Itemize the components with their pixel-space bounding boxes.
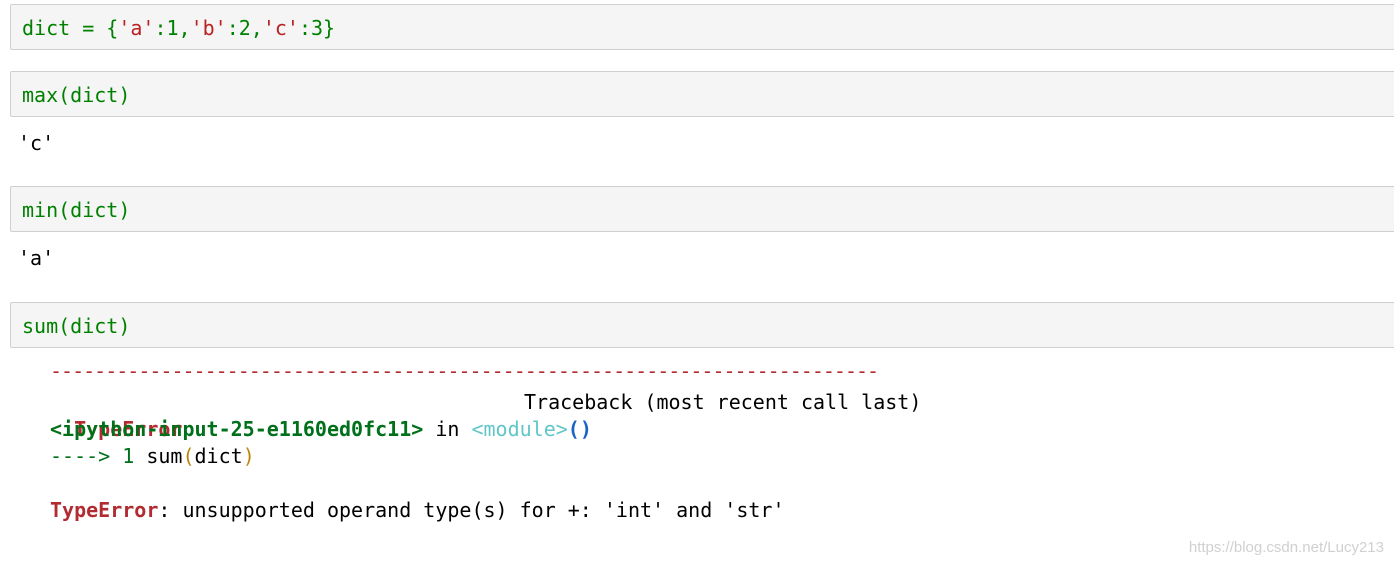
string-literal: 'c' — [262, 16, 299, 40]
string-literal: 'a' — [118, 16, 155, 40]
code-cell-2[interactable]: max(dict) — [10, 71, 1394, 117]
watermark-url: https://blog.csdn.net/Lucy213 — [1188, 539, 1384, 556]
traceback-in: in — [423, 417, 472, 441]
traceback-call-arg: dict — [194, 444, 243, 468]
code-cell-2-source[interactable]: max(dict) — [22, 81, 130, 109]
code-text: dict = { — [22, 16, 119, 40]
final-error-name: TypeError — [50, 498, 159, 522]
code-cell-3-source[interactable]: min(dict) — [22, 196, 130, 224]
traceback-input-name: <ipython-input-25-e1160ed0fc11> — [50, 417, 424, 441]
code-cell-1-source[interactable]: dict = {'a':1,'b':2,'c':3} — [22, 14, 335, 42]
traceback-final-error: TypeError: unsupported operand type(s) f… — [50, 497, 785, 524]
code-text: :2, — [226, 16, 263, 40]
code-text: :3} — [298, 16, 336, 40]
traceback-header-right: Traceback (most recent call last) — [524, 390, 922, 414]
traceback-location: <ipython-input-25-e1160ed0fc11> in <modu… — [50, 416, 592, 443]
traceback-paren-open: ( — [182, 444, 195, 468]
traceback-call-name: sum — [134, 444, 183, 468]
final-error-message: : unsupported operand type(s) for +: 'in… — [158, 498, 785, 522]
code-text: :1, — [154, 16, 191, 40]
traceback-paren-close: ) — [242, 444, 255, 468]
code-cell-4[interactable]: sum(dict) — [10, 302, 1394, 348]
traceback-parens: () — [567, 417, 592, 441]
code-cell-3[interactable]: min(dict) — [10, 186, 1394, 232]
cell-2-output: 'c' — [18, 131, 55, 155]
code-cell-4-source[interactable]: sum(dict) — [22, 312, 130, 340]
traceback-arrow: ----> 1 — [50, 444, 135, 468]
traceback-line: ----> 1 sum(dict) — [50, 443, 255, 470]
cell-3-output: 'a' — [18, 246, 55, 270]
traceback-separator: ----------------------------------------… — [50, 359, 879, 383]
string-literal: 'b' — [190, 16, 227, 40]
traceback-module: <module> — [471, 417, 568, 441]
code-cell-1[interactable]: dict = {'a':1,'b':2,'c':3} — [10, 4, 1394, 50]
